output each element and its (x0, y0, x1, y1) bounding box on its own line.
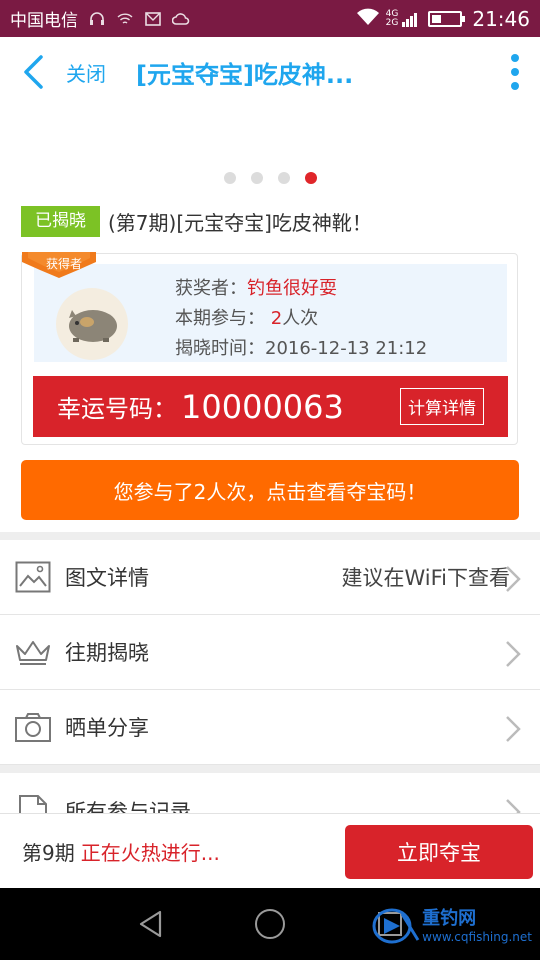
winner-name[interactable]: 钓鱼很好耍 (247, 278, 337, 299)
winner-badge-label: 获得者 (45, 257, 82, 271)
carousel-dot[interactable] (277, 172, 290, 184)
buy-now-button[interactable]: 立即夺宝 (345, 825, 533, 879)
wifi-hotspot-icon (116, 11, 134, 27)
watermark-url: www.cqfishing.net (422, 929, 532, 944)
back-button[interactable] (0, 37, 66, 107)
more-menu-button[interactable] (490, 51, 540, 93)
period-status: 正在火热进行... (80, 840, 220, 865)
clock: 21:46 (472, 6, 530, 31)
wifi-icon (356, 8, 380, 30)
winner-info[interactable]: 获奖者：钓鱼很好耍 本期参与： 2人次 揭晓时间：2016-12-13 21:1… (34, 264, 507, 362)
menu-item-share[interactable]: 晒单分享 (0, 690, 540, 765)
participation-label: 本期参与： (175, 308, 265, 329)
chevron-right-icon (506, 566, 521, 592)
watermark-text: 重钓网 www.cqfishing.net (422, 907, 532, 944)
watermark: 重钓网 www.cqfishing.net (370, 906, 532, 946)
image-icon (13, 559, 53, 595)
carousel-dot[interactable] (250, 172, 263, 184)
watermark-logo (372, 908, 420, 944)
more-dot-icon (511, 68, 519, 76)
winner-card: 获奖者：钓鱼很好耍 本期参与： 2人次 揭晓时间：2016-12-13 21:1… (21, 252, 518, 445)
nav-home-icon[interactable] (255, 909, 285, 939)
signal-icon (402, 11, 418, 27)
section-divider (0, 532, 540, 540)
chevron-right-icon (506, 641, 521, 667)
current-period: 第9期 正在火热进行... (22, 837, 220, 866)
carousel-dot[interactable] (223, 172, 236, 184)
menu-item-past-results[interactable]: 往期揭晓 (0, 615, 540, 690)
carousel-indicator (0, 172, 540, 184)
message-icon (144, 11, 162, 27)
crown-icon (13, 634, 53, 670)
page-title: [元宝夺宝]吃皮神... (136, 60, 354, 89)
wifi-hint: 建议在WiFi下查看 (341, 566, 510, 590)
network-type: 4G 2G (385, 9, 399, 28)
winner-label: 获奖者： (175, 278, 247, 299)
revealed-tag: 已揭晓 (21, 206, 100, 237)
reveal-time: 2016-12-13 21:12 (265, 338, 428, 359)
more-dot-icon (511, 82, 519, 90)
reveal-time-row: 揭晓时间：2016-12-13 21:12 (175, 334, 427, 364)
system-nav-bar: 重钓网 www.cqfishing.net (0, 888, 540, 960)
reveal-time-label: 揭晓时间： (175, 338, 265, 359)
product-title-row: 已揭晓 (第7期)[元宝夺宝]吃皮神靴！ (21, 206, 372, 237)
weather-icon (172, 11, 190, 27)
menu-item-label: 图文详情 (65, 566, 149, 590)
camera-icon (13, 709, 53, 745)
chevron-left-icon (24, 55, 43, 89)
chevron-right-icon (506, 716, 521, 742)
participation-unit: 人次 (282, 308, 319, 329)
product-name: (第7期)[元宝夺宝]吃皮神靴！ (108, 211, 372, 235)
lucky-number-value: 10000063 (181, 387, 344, 426)
watermark-name: 重钓网 (422, 907, 477, 929)
menu-item-label: 往期揭晓 (65, 641, 149, 665)
carousel-dot[interactable] (304, 172, 317, 184)
view-my-codes-button[interactable]: 您参与了2人次，点击查看夺宝码！ (21, 460, 519, 520)
winner-details: 获奖者：钓鱼很好耍 本期参与： 2人次 揭晓时间：2016-12-13 21:1… (175, 264, 427, 364)
carrier-label: 中国电信 (10, 11, 78, 31)
lucky-number-label: 幸运号码： (57, 395, 177, 423)
menu-item-details[interactable]: 图文详情 建议在WiFi下查看 (0, 540, 540, 615)
calculation-details-button[interactable]: 计算详情 (400, 388, 484, 425)
lucky-number-bar: 幸运号码： 10000063 计算详情 (33, 376, 508, 437)
participation-count: 2 (270, 308, 283, 329)
menu-item-label: 晒单分享 (65, 716, 149, 740)
participation-row: 本期参与： 2人次 (175, 304, 427, 334)
close-button[interactable]: 关闭 (66, 58, 106, 87)
status-bar: 中国电信 4G 2G 21:46 (0, 0, 540, 37)
headset-icon (88, 11, 106, 27)
winner-row: 获奖者：钓鱼很好耍 (175, 274, 427, 304)
battery-icon (428, 10, 466, 27)
network-type-bottom: 2G (385, 17, 399, 28)
bottom-action-bar: 第9期 正在火热进行... 立即夺宝 (0, 813, 540, 888)
nav-back-icon[interactable] (138, 910, 164, 938)
app-header: 关闭 [元宝夺宝]吃皮神... (0, 37, 540, 107)
section-divider (0, 765, 540, 773)
period-number: 第9期 (22, 840, 75, 865)
more-dot-icon (511, 54, 519, 62)
